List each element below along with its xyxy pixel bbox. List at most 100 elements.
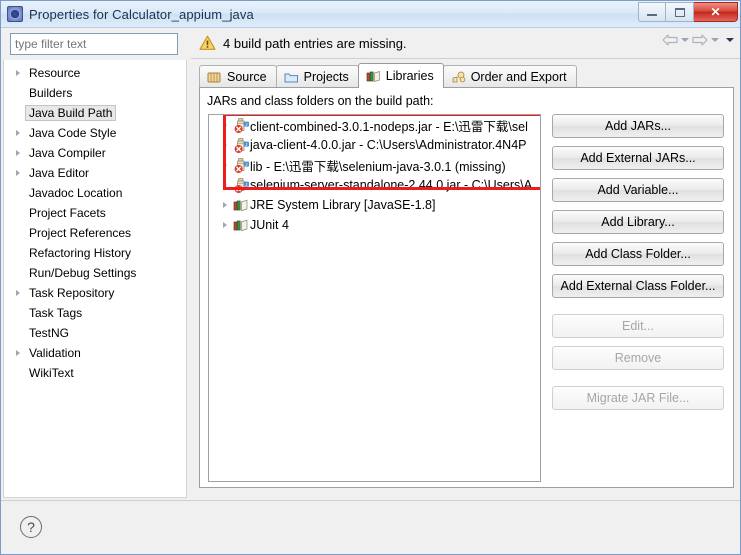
expand-arrow-icon[interactable] bbox=[217, 142, 233, 148]
libraries-list[interactable]: Jclient-combined-3.0.1-nodeps.jar - E:\迅… bbox=[208, 114, 541, 482]
sidebar-item-label: Task Repository bbox=[29, 286, 115, 300]
sidebar-item-testng[interactable]: TestNG bbox=[4, 323, 186, 343]
settings-nav-panel: Resource Builders Java Build Path Java Code… bbox=[1, 28, 189, 500]
message-text: 4 build path entries are missing. bbox=[223, 35, 407, 51]
back-arrow-icon[interactable] bbox=[662, 34, 678, 46]
sidebar-item-label: Task Tags bbox=[29, 306, 83, 320]
sidebar-item-project-facets[interactable]: Project Facets bbox=[4, 203, 186, 223]
library-entry[interactable]: Jclient-combined-3.0.1-nodeps.jar - E:\迅… bbox=[209, 115, 540, 135]
add-class-folder-button[interactable]: Add Class Folder... bbox=[552, 242, 724, 266]
sidebar-item-label: Validation bbox=[29, 346, 81, 360]
tab-projects[interactable]: Projects bbox=[275, 65, 359, 88]
library-entry-label: java-client-4.0.0.jar - C:\Users\Adminis… bbox=[250, 138, 527, 152]
library-entry-label: selenium-server-standalone-2.44.0.jar - … bbox=[250, 178, 533, 192]
sidebar-item-java-compiler[interactable]: Java Compiler bbox=[4, 143, 186, 163]
library-action-buttons: Add JARs... Add External JARs... Add Varia… bbox=[552, 114, 727, 418]
filter-input[interactable] bbox=[10, 33, 178, 55]
dialog-footer: ? OK Cancel bbox=[1, 500, 740, 554]
libraries-caption: JARs and class folders on the build path… bbox=[207, 94, 434, 108]
expand-arrow-icon[interactable] bbox=[10, 290, 26, 296]
add-external-class-folder-button[interactable]: Add External Class Folder... bbox=[552, 274, 724, 298]
migrate-jar-file-button: Migrate JAR File... bbox=[552, 386, 724, 410]
warning-icon bbox=[199, 35, 216, 50]
sidebar-item-javadoc-location[interactable]: Javadoc Location bbox=[4, 183, 186, 203]
sidebar-item-label: Refactoring History bbox=[29, 246, 132, 260]
sidebar-item-builders[interactable]: Builders bbox=[4, 83, 186, 103]
close-button[interactable]: ✕ bbox=[694, 2, 738, 22]
jar-error-icon: J bbox=[234, 138, 249, 153]
library-books-icon bbox=[233, 199, 248, 212]
library-books-icon bbox=[366, 71, 380, 82]
library-entry-label: JRE System Library [JavaSE-1.8] bbox=[250, 198, 436, 212]
svg-text:J: J bbox=[245, 182, 247, 187]
sidebar-item-resource[interactable]: Resource bbox=[4, 63, 186, 83]
library-books-icon bbox=[233, 219, 248, 232]
sidebar-item-validation[interactable]: Validation bbox=[4, 343, 186, 363]
sidebar-item-wikitext[interactable]: WikiText bbox=[4, 363, 186, 383]
sidebar-item-label: WikiText bbox=[29, 366, 74, 380]
sidebar-item-refactoring-history[interactable]: Refactoring History bbox=[4, 243, 186, 263]
title-bar: Properties for Calculator_appium_java ✕ bbox=[1, 1, 740, 28]
expand-arrow-icon[interactable] bbox=[217, 202, 233, 208]
expand-arrow-icon[interactable] bbox=[10, 130, 26, 136]
sidebar-item-label: Project Facets bbox=[29, 206, 106, 220]
window-title: Properties for Calculator_appium_java bbox=[29, 6, 254, 22]
sidebar-item-project-references[interactable]: Project References bbox=[4, 223, 186, 243]
jar-error-icon: J bbox=[234, 118, 249, 133]
sidebar-item-task-repository[interactable]: Task Repository bbox=[4, 283, 186, 303]
expand-arrow-icon[interactable] bbox=[10, 170, 26, 176]
library-entry[interactable]: Jselenium-server-standalone-2.44.0.jar -… bbox=[209, 175, 540, 195]
library-entry-label: JUnit 4 bbox=[250, 218, 289, 232]
add-jars-button[interactable]: Add JARs... bbox=[552, 114, 724, 138]
expand-arrow-icon[interactable] bbox=[10, 150, 26, 156]
eclipse-icon bbox=[7, 6, 23, 22]
help-question-icon[interactable]: ? bbox=[20, 516, 42, 538]
settings-tree[interactable]: Resource Builders Java Build Path Java Code… bbox=[3, 60, 187, 498]
navigation-buttons bbox=[662, 34, 734, 46]
sidebar-item-label: Project References bbox=[29, 226, 132, 240]
forward-dropdown-icon[interactable] bbox=[711, 38, 719, 42]
expand-arrow-icon[interactable] bbox=[10, 350, 26, 356]
build-path-tabs[interactable]: Source Projects Libraries Order and Export bbox=[199, 63, 734, 88]
sidebar-item-java-editor[interactable]: Java Editor bbox=[4, 163, 186, 183]
build-path-panel: 4 build path entries are missing. Source… bbox=[191, 28, 740, 533]
expand-arrow-icon[interactable] bbox=[217, 162, 233, 168]
sidebar-item-label: Builders bbox=[29, 86, 73, 100]
library-entry[interactable]: JRE System Library [JavaSE-1.8] bbox=[209, 195, 540, 215]
tab-source[interactable]: Source bbox=[199, 65, 277, 88]
sidebar-item-java-code-style[interactable]: Java Code Style bbox=[4, 123, 186, 143]
maximize-button[interactable] bbox=[666, 2, 694, 22]
expand-arrow-icon[interactable] bbox=[217, 182, 233, 188]
library-entry[interactable]: Jjava-client-4.0.0.jar - C:\Users\Admini… bbox=[209, 135, 540, 155]
tab-label: Libraries bbox=[385, 69, 434, 83]
view-menu-icon[interactable] bbox=[726, 38, 734, 42]
library-entry[interactable]: JUnit 4 bbox=[209, 215, 540, 235]
sidebar-item-java-build-path[interactable]: Java Build Path bbox=[4, 103, 186, 123]
remove-button: Remove bbox=[552, 346, 724, 370]
sidebar-item-label: Java Editor bbox=[29, 166, 90, 180]
expand-arrow-icon[interactable] bbox=[10, 70, 26, 76]
order-export-icon bbox=[452, 71, 466, 83]
sidebar-item-label: Java Code Style bbox=[29, 126, 117, 140]
tab-label: Order and Export bbox=[470, 70, 567, 84]
sidebar-item-task-tags[interactable]: Task Tags bbox=[4, 303, 186, 323]
svg-text:J: J bbox=[245, 142, 247, 147]
sidebar-item-label: Javadoc Location bbox=[29, 186, 123, 200]
tab-order-and-export[interactable]: Order and Export bbox=[442, 65, 577, 88]
tab-libraries[interactable]: Libraries bbox=[357, 63, 444, 88]
add-library-button[interactable]: Add Library... bbox=[552, 210, 724, 234]
library-entry-label: lib - E:\迅雷下载\selenium-java-3.0.1 (missi… bbox=[250, 159, 506, 174]
expand-arrow-icon[interactable] bbox=[217, 122, 233, 128]
back-dropdown-icon[interactable] bbox=[681, 38, 689, 42]
sidebar-item-label: Resource bbox=[29, 66, 81, 80]
sidebar-item-label: Run/Debug Settings bbox=[29, 266, 137, 280]
sidebar-item-label: Java Build Path bbox=[25, 105, 117, 121]
expand-arrow-icon[interactable] bbox=[217, 222, 233, 228]
forward-arrow-icon[interactable] bbox=[692, 34, 708, 46]
add-variable-button[interactable]: Add Variable... bbox=[552, 178, 724, 202]
add-external-jars-button[interactable]: Add External JARs... bbox=[552, 146, 724, 170]
minimize-button[interactable] bbox=[638, 2, 666, 22]
library-entry[interactable]: Jlib - E:\迅雷下载\selenium-java-3.0.1 (miss… bbox=[209, 155, 540, 175]
library-entry-label: client-combined-3.0.1-nodeps.jar - E:\迅雷… bbox=[250, 119, 528, 134]
sidebar-item-run-debug-settings[interactable]: Run/Debug Settings bbox=[4, 263, 186, 283]
